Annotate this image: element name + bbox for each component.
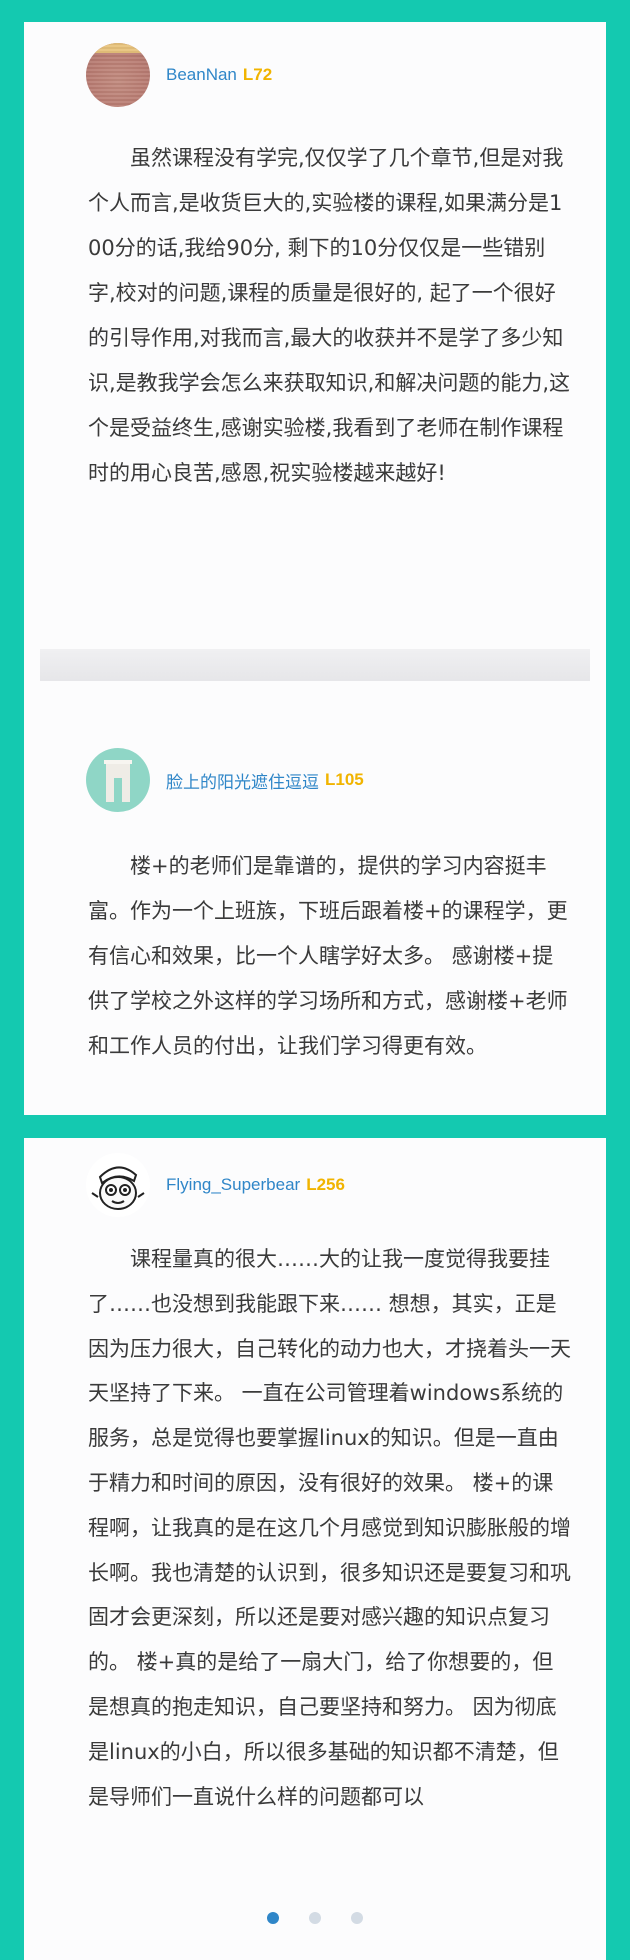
review-text: 楼+的老师们是靠谱的，提供的学习内容挺丰富。作为一个上班族，下班后跟着楼+的课程… <box>88 854 568 1058</box>
review-header-2: 脸上的阳光遮住逗逗 L105 <box>86 747 364 813</box>
username[interactable]: BeanNan <box>166 65 237 85</box>
review-header-1: BeanNan L72 <box>86 42 272 108</box>
user-level-badge: L105 <box>325 770 364 789</box>
username[interactable]: Flying_Superbear <box>166 1175 300 1195</box>
user-level-badge: L256 <box>306 1175 345 1194</box>
username[interactable]: 脸上的阳光遮住逗逗 <box>166 768 319 793</box>
user-level-badge: L72 <box>242 65 273 84</box>
bear-face-icon <box>91 1166 145 1210</box>
avatar-cartoon-bear-icon[interactable] <box>86 1153 150 1217</box>
page-dot-2[interactable] <box>309 1912 321 1924</box>
page-dot-3[interactable] <box>351 1912 363 1924</box>
review-header-3: Flying_Superbear L256 <box>86 1152 345 1218</box>
divider <box>40 649 590 681</box>
avatar-teal-icon[interactable] <box>86 748 150 812</box>
review-card-2: Flying_Superbear L256 课程量真的很大……大的让我一度觉得我… <box>24 1138 606 1960</box>
page-dot-1[interactable] <box>267 1912 279 1924</box>
door-shape-icon <box>104 760 132 802</box>
review-text: 虽然课程没有学完,仅仅学了几个章节,但是对我个人而言,是收货巨大的,实验楼的课程… <box>88 146 571 485</box>
pagination-dots <box>0 1912 630 1924</box>
avatar-brown-icon[interactable] <box>86 43 150 107</box>
review-card-1: BeanNan L72 虽然课程没有学完,仅仅学了几个章节,但是对我个人而言,是… <box>24 22 606 1115</box>
review-text: 课程量真的很大……大的让我一度觉得我要挂了……也没想到我能跟下来…… 想想，其实… <box>88 1247 571 1809</box>
